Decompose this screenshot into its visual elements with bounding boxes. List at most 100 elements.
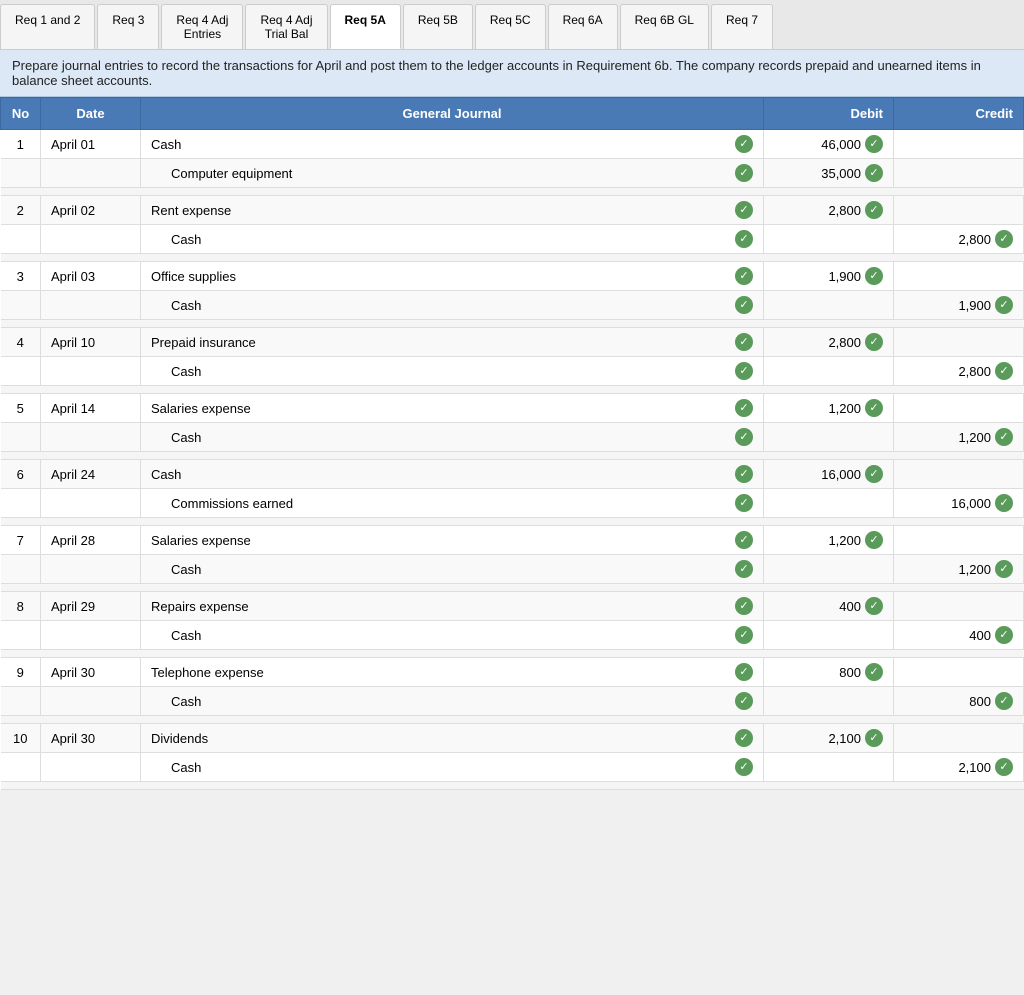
entry-date: April 29 xyxy=(41,592,141,621)
tab-req-3[interactable]: Req 3 xyxy=(97,4,159,49)
entry-no: 1 xyxy=(1,130,41,159)
entry-debit xyxy=(764,423,894,452)
table-row: Cash✓ 400 ✓ xyxy=(1,621,1024,650)
entry-date xyxy=(41,423,141,452)
entry-account: Commissions earned✓ xyxy=(141,489,764,518)
entry-debit xyxy=(764,489,894,518)
check-icon: ✓ xyxy=(865,201,883,219)
col-header-debit: Debit xyxy=(764,98,894,130)
table-row: Computer equipment✓35,000 ✓ xyxy=(1,159,1024,188)
table-row: 5April 14Salaries expense✓1,200 ✓ xyxy=(1,394,1024,423)
tab-req-1-2[interactable]: Req 1 and 2 xyxy=(0,4,95,49)
check-icon: ✓ xyxy=(735,729,753,747)
table-row: Cash✓2,800 ✓ xyxy=(1,225,1024,254)
entry-account: Cash✓ xyxy=(141,130,764,159)
check-icon: ✓ xyxy=(735,626,753,644)
table-row: 10April 30Dividends✓2,100 ✓ xyxy=(1,724,1024,753)
entry-account: Cash✓ xyxy=(141,423,764,452)
entry-credit xyxy=(894,159,1024,188)
entry-no xyxy=(1,159,41,188)
entry-credit: 400 ✓ xyxy=(894,621,1024,650)
entry-no: 10 xyxy=(1,724,41,753)
entry-credit: 1,900 ✓ xyxy=(894,291,1024,320)
entry-debit xyxy=(764,753,894,782)
tab-req-7[interactable]: Req 7 xyxy=(711,4,773,49)
table-row: 2April 02Rent expense✓2,800 ✓ xyxy=(1,196,1024,225)
separator-row xyxy=(1,452,1024,460)
tab-req-4-adj-entries[interactable]: Req 4 Adj Entries xyxy=(161,4,243,49)
entry-debit: 35,000 ✓ xyxy=(764,159,894,188)
check-icon: ✓ xyxy=(995,230,1013,248)
entry-no xyxy=(1,225,41,254)
entry-account: Salaries expense✓ xyxy=(141,526,764,555)
entry-debit xyxy=(764,687,894,716)
entry-credit xyxy=(894,130,1024,159)
check-icon: ✓ xyxy=(735,494,753,512)
table-row: 7April 28Salaries expense✓1,200 ✓ xyxy=(1,526,1024,555)
entry-debit xyxy=(764,621,894,650)
tab-req-5b[interactable]: Req 5B xyxy=(403,4,473,49)
entry-account: Telephone expense✓ xyxy=(141,658,764,687)
entry-debit: 400 ✓ xyxy=(764,592,894,621)
tab-req-5a[interactable]: Req 5A xyxy=(330,4,401,49)
entry-debit: 1,900 ✓ xyxy=(764,262,894,291)
check-icon: ✓ xyxy=(735,230,753,248)
entry-credit: 1,200 ✓ xyxy=(894,555,1024,584)
check-icon: ✓ xyxy=(735,296,753,314)
entry-date: April 24 xyxy=(41,460,141,489)
entry-no xyxy=(1,621,41,650)
entry-credit: 800 ✓ xyxy=(894,687,1024,716)
check-icon: ✓ xyxy=(735,201,753,219)
entry-date xyxy=(41,357,141,386)
check-icon: ✓ xyxy=(735,663,753,681)
tab-req-6b-gl[interactable]: Req 6B GL xyxy=(620,4,709,49)
check-icon: ✓ xyxy=(865,135,883,153)
entry-account: Cash✓ xyxy=(141,621,764,650)
entry-no xyxy=(1,291,41,320)
entry-date: April 28 xyxy=(41,526,141,555)
entry-no xyxy=(1,423,41,452)
separator-row xyxy=(1,254,1024,262)
entry-credit: 1,200 ✓ xyxy=(894,423,1024,452)
check-icon: ✓ xyxy=(865,663,883,681)
separator-row xyxy=(1,320,1024,328)
tabs-container: Req 1 and 2Req 3Req 4 Adj EntriesReq 4 A… xyxy=(0,0,1024,50)
entry-debit: 1,200 ✓ xyxy=(764,526,894,555)
entry-account: Prepaid insurance✓ xyxy=(141,328,764,357)
col-header-credit: Credit xyxy=(894,98,1024,130)
entry-account: Rent expense✓ xyxy=(141,196,764,225)
check-icon: ✓ xyxy=(865,267,883,285)
check-icon: ✓ xyxy=(735,135,753,153)
entry-no: 5 xyxy=(1,394,41,423)
entry-date: April 14 xyxy=(41,394,141,423)
entry-debit: 800 ✓ xyxy=(764,658,894,687)
entry-account: Computer equipment✓ xyxy=(141,159,764,188)
entry-date xyxy=(41,489,141,518)
entry-date: April 01 xyxy=(41,130,141,159)
check-icon: ✓ xyxy=(995,626,1013,644)
entry-date xyxy=(41,753,141,782)
table-row: Commissions earned✓16,000 ✓ xyxy=(1,489,1024,518)
check-icon: ✓ xyxy=(995,362,1013,380)
entry-no xyxy=(1,687,41,716)
entry-no xyxy=(1,357,41,386)
entry-account: Cash✓ xyxy=(141,460,764,489)
entry-account: Cash✓ xyxy=(141,753,764,782)
separator-row xyxy=(1,386,1024,394)
table-row: Cash✓800 ✓ xyxy=(1,687,1024,716)
entry-credit xyxy=(894,460,1024,489)
entry-no: 7 xyxy=(1,526,41,555)
check-icon: ✓ xyxy=(735,560,753,578)
table-row: 9April 30Telephone expense✓800 ✓ xyxy=(1,658,1024,687)
check-icon: ✓ xyxy=(865,164,883,182)
tab-req-4-adj-trial-bal[interactable]: Req 4 Adj Trial Bal xyxy=(245,4,327,49)
entry-credit xyxy=(894,196,1024,225)
check-icon: ✓ xyxy=(735,399,753,417)
col-header-date: Date xyxy=(41,98,141,130)
tab-req-6a[interactable]: Req 6A xyxy=(548,4,618,49)
tab-req-5c[interactable]: Req 5C xyxy=(475,4,546,49)
entry-no: 2 xyxy=(1,196,41,225)
separator-row xyxy=(1,188,1024,196)
check-icon: ✓ xyxy=(865,333,883,351)
instruction-bar: Prepare journal entries to record the tr… xyxy=(0,50,1024,97)
